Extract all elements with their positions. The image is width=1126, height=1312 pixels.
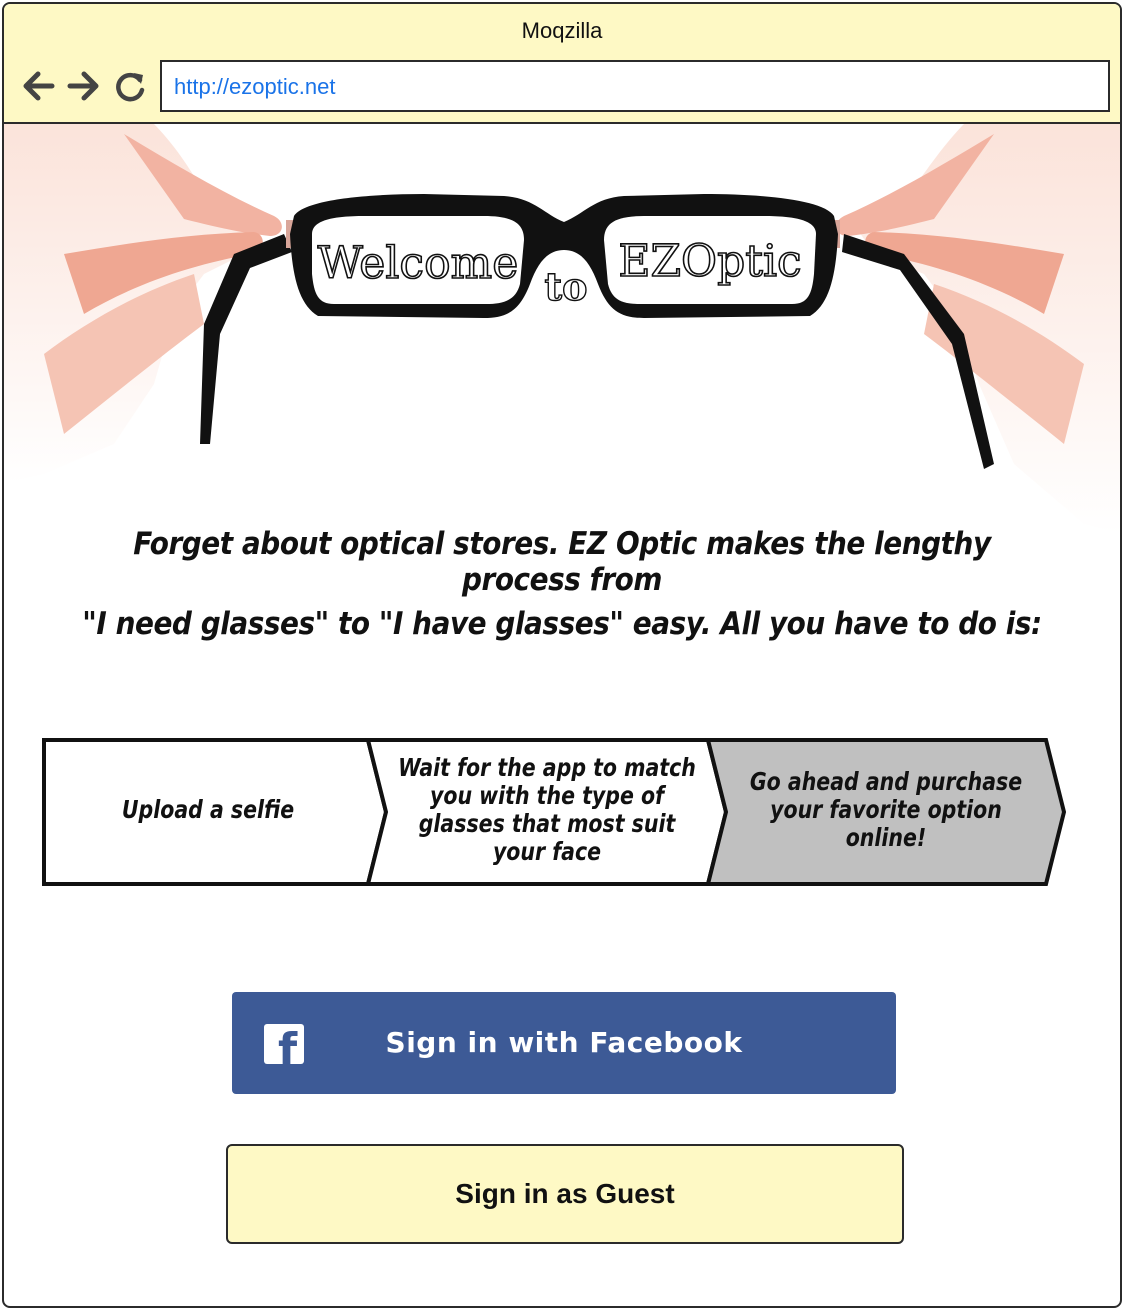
hero-welcome: Welcome (318, 238, 519, 289)
tagline-line-2: "I need glasses" to "I have glasses" eas… (82, 606, 1042, 642)
reload-button[interactable] (112, 68, 148, 104)
arrow-left-icon (23, 71, 55, 101)
sign-in-facebook-button[interactable]: f Sign in with Facebook (232, 992, 896, 1094)
reload-icon (116, 72, 145, 102)
forward-button[interactable] (66, 68, 102, 104)
browser-toolbar: Moqzilla http://ezoptic.net (4, 4, 1120, 124)
step-3-text: Go ahead and purchase your favorite opti… (749, 767, 1023, 852)
steps-process: Upload a selfie Wait for the app to matc… (42, 738, 1066, 888)
tagline-line-1: Forget about optical stores. EZ Optic ma… (133, 526, 991, 598)
url-text[interactable]: http://ezoptic.net (174, 74, 335, 100)
arrow-right-icon (67, 71, 99, 101)
step-2-text: Wait for the app to match you with the t… (398, 753, 696, 866)
window-title: Moqzilla (521, 18, 603, 43)
hero-to: to (545, 264, 588, 309)
hero-brand: EZOptic (618, 236, 801, 287)
guest-button-label: Sign in as Guest (455, 1178, 675, 1209)
step-1-text: Upload a selfie (121, 795, 295, 824)
facebook-button-label: Sign in with Facebook (385, 1026, 743, 1059)
hero-image: Welcome to EZOptic (4, 124, 1120, 534)
back-button[interactable] (20, 68, 56, 104)
browser-window: Moqzilla http://ezoptic.net Welcome to E… (2, 2, 1122, 1308)
page-content: Welcome to EZOptic Forget about optical … (4, 124, 1120, 1306)
sign-in-guest-button[interactable]: Sign in as Guest (226, 1144, 904, 1244)
address-bar[interactable]: http://ezoptic.net (160, 60, 1110, 112)
